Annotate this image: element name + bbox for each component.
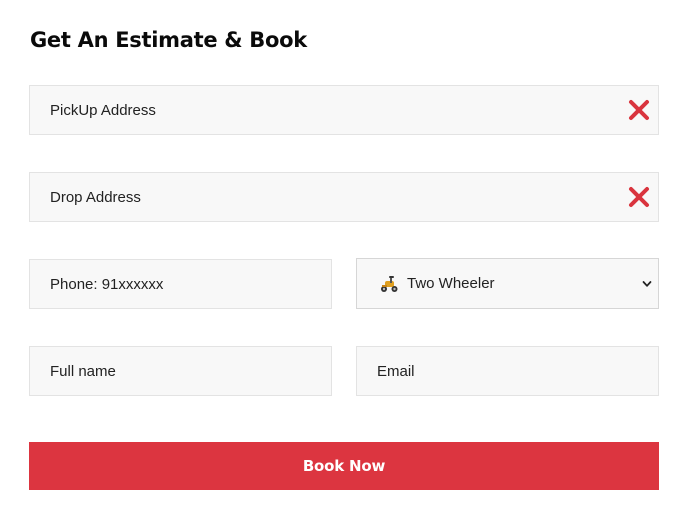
book-now-button[interactable]: Book Now <box>29 442 659 490</box>
close-icon <box>629 187 649 207</box>
full-name-input[interactable]: Full name <box>29 346 332 396</box>
phone-placeholder: Phone: 91xxxxxx <box>50 275 164 293</box>
pickup-address-input[interactable]: PickUp Address <box>29 85 659 135</box>
email-input[interactable]: Email <box>356 346 659 396</box>
email-placeholder: Email <box>377 362 415 380</box>
clear-drop-button[interactable] <box>628 186 650 208</box>
clear-pickup-button[interactable] <box>628 99 650 121</box>
form-title: Get An Estimate & Book <box>30 28 307 52</box>
close-icon <box>629 100 649 120</box>
chevron-down-icon <box>642 280 652 287</box>
vehicle-type-select[interactable]: Two Wheeler <box>356 258 659 309</box>
drop-address-placeholder: Drop Address <box>50 188 141 206</box>
pickup-address-placeholder: PickUp Address <box>50 101 156 119</box>
vehicle-selected-value: Two Wheeler <box>407 275 495 292</box>
scooter-icon <box>357 274 401 294</box>
phone-input[interactable]: Phone: 91xxxxxx <box>29 259 332 309</box>
full-name-placeholder: Full name <box>50 362 116 380</box>
drop-address-input[interactable]: Drop Address <box>29 172 659 222</box>
